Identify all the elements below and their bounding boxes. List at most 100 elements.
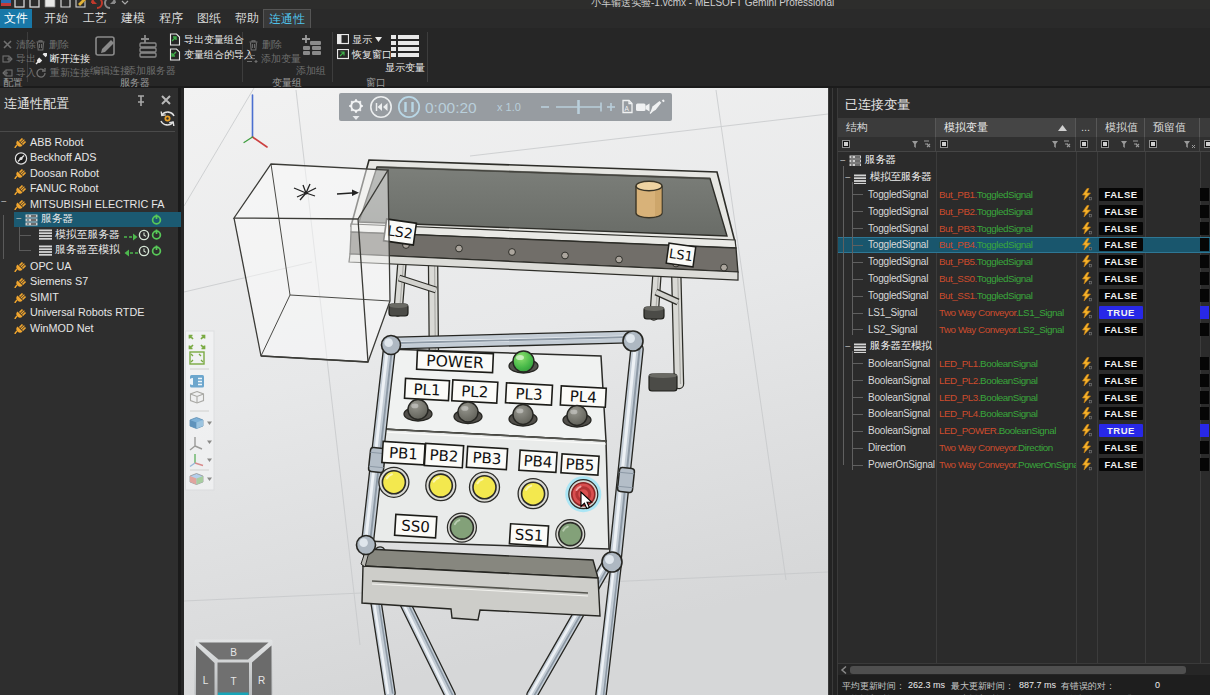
cylinder-part[interactable] [636, 181, 662, 218]
ribbon-button-add-group[interactable]: 添加组 [294, 31, 328, 77]
value-pill[interactable]: FALSE [1099, 357, 1143, 370]
navigation-cube[interactable]: B L T R [195, 640, 273, 695]
menu-tab-4[interactable]: 图纸 [191, 9, 227, 28]
filter-row-cell[interactable] [1145, 137, 1200, 152]
filter-checkbox[interactable] [1149, 140, 1157, 148]
ribbon-button[interactable]: 添加变量 [246, 52, 301, 65]
tree-opc-ua[interactable]: OPC UA [0, 258, 181, 274]
ribbon-button-restore-windows[interactable]: 恢复窗口 [337, 48, 392, 61]
column-header-sim-value[interactable]: 模拟值 [1097, 118, 1145, 137]
ribbon-button-edit-connection[interactable]: 编辑连接 [90, 31, 124, 77]
tree-item-5[interactable]: − 服务器 [0, 212, 181, 228]
pb3-button-yellow[interactable] [470, 472, 500, 502]
variable-row[interactable]: −模拟至服务器 [838, 169, 1210, 186]
tree-beckhoff-ads[interactable]: Beckhoff ADS [0, 150, 181, 166]
variable-row[interactable]: BooleanSignal LED_PL2.BooleanSignal FALS… [838, 372, 1210, 389]
value-pill[interactable]: FALSE [1099, 255, 1143, 268]
tree-expander-icon[interactable]: − [1, 196, 7, 207]
tree-expander-icon[interactable]: − [845, 341, 851, 352]
pb1-button-yellow[interactable] [379, 467, 409, 497]
ss1-button-green[interactable] [556, 520, 585, 549]
filter-funnel-icon[interactable] [1051, 139, 1073, 149]
filter-checkbox[interactable] [842, 140, 850, 148]
variable-row[interactable]: −服务器至模拟 [838, 338, 1210, 355]
tree-expander-icon[interactable]: − [840, 155, 846, 166]
tree-fanuc-robot[interactable]: FANUC Robot [0, 181, 181, 197]
value-pill[interactable]: FALSE [1099, 222, 1143, 235]
value-pill[interactable]: TRUE [1099, 306, 1143, 319]
value-pill[interactable]: FALSE [1099, 205, 1143, 218]
pb2-button-yellow[interactable] [426, 471, 456, 501]
variable-row[interactable]: PowerOnSignal Two Way Conveyor.PowerOnSi… [838, 456, 1210, 473]
redo-icon[interactable] [104, 0, 117, 9]
menu-tab-connectivity[interactable]: 连通性 [263, 9, 311, 28]
menu-tab-0[interactable]: 开始 [38, 9, 74, 28]
value-pill[interactable]: FALSE [1099, 238, 1143, 251]
filter-funnel-icon[interactable] [1120, 139, 1142, 149]
variable-row[interactable]: BooleanSignal LED_PL4.BooleanSignal FALS… [838, 406, 1210, 423]
ribbon-button-show-variables[interactable]: 显示变量 [385, 31, 425, 77]
value-pill[interactable]: FALSE [1099, 391, 1143, 404]
filter-checkbox[interactable] [1080, 140, 1088, 148]
column-header-structure[interactable]: 结构 [838, 118, 936, 137]
ribbon-button[interactable]: 断开连接 [35, 52, 90, 65]
variable-row[interactable]: BooleanSignal LED_POWER.BooleanSignal TR… [838, 422, 1210, 439]
ribbon-button[interactable]: 导入 [2, 66, 36, 79]
variable-row[interactable]: ToggledSignal But_PB2.ToggledSignal FALS… [838, 203, 1210, 220]
ribbon-button[interactable]: 导出 [2, 52, 36, 65]
edit-icon[interactable] [75, 0, 88, 9]
tree-expander-icon[interactable]: − [845, 172, 851, 183]
transparent-box[interactable] [234, 164, 390, 362]
filter-checkbox[interactable] [1101, 140, 1109, 148]
tree-simit[interactable]: SIMIT [0, 289, 181, 305]
value-pill[interactable]: FALSE [1099, 458, 1143, 471]
variable-row[interactable]: Direction Two Way Conveyor.Direction FAL… [838, 439, 1210, 456]
variable-row[interactable]: ToggledSignal But_SS0.ToggledSignal FALS… [838, 270, 1210, 287]
ribbon-button-add-server[interactable]: 添加服务器 [126, 31, 170, 77]
ribbon-button-export-pairs[interactable]: 导出变量组合 [169, 33, 244, 46]
ribbon-button[interactable]: 删除 [248, 38, 282, 51]
tree-expander-icon[interactable]: − [16, 213, 22, 224]
variable-row[interactable]: LS1_Signal Two Way Conveyor.LS1_Signal T… [838, 304, 1210, 321]
value-pill[interactable]: FALSE [1099, 407, 1143, 420]
tree-mitsubishi-electric-fa[interactable]: − MITSUBISHI ELECTRIC FA [0, 196, 181, 212]
filter-checkbox[interactable] [940, 140, 948, 148]
refresh-connections-icon[interactable] [158, 110, 178, 128]
view-mode-icon[interactable] [189, 375, 204, 388]
tree-abb-robot[interactable]: ABB Robot [0, 134, 181, 150]
panel-splitter[interactable] [828, 88, 838, 695]
ribbon-button[interactable]: 清除 [2, 38, 36, 51]
filter-funnel-icon[interactable] [911, 139, 933, 149]
filter-row-cell[interactable] [1076, 137, 1097, 152]
save-all-icon[interactable] [60, 0, 73, 9]
variable-row[interactable]: LS2_Signal Two Way Conveyor.LS2_Signal F… [838, 321, 1210, 338]
variable-row[interactable]: ToggledSignal But_PB4.ToggledSignal FALS… [838, 237, 1210, 254]
variable-row[interactable]: BooleanSignal LED_PL1.BooleanSignal FALS… [838, 355, 1210, 372]
close-icon[interactable] [162, 96, 170, 104]
filter-row-cell[interactable] [1200, 137, 1210, 152]
tree-winmod-net[interactable]: WinMOD Net [0, 320, 181, 336]
pb4-button-yellow[interactable] [518, 479, 548, 509]
value-pill[interactable]: FALSE [1099, 289, 1143, 302]
save-file-icon[interactable] [44, 0, 57, 9]
menu-tab-5[interactable]: 帮助 [229, 9, 265, 28]
tree-universal-robots-rtde[interactable]: Universal Robots RTDE [0, 305, 181, 321]
variable-row[interactable]: ToggledSignal But_SS1.ToggledSignal FALS… [838, 287, 1210, 304]
filter-checkbox[interactable] [1204, 140, 1210, 148]
filter-row-cell[interactable] [936, 137, 1076, 152]
filter-funnel-icon[interactable] [1184, 139, 1198, 149]
app-logo-icon[interactable] [1, 0, 14, 9]
menu-tab-file[interactable]: 文件 [0, 9, 32, 28]
variable-row[interactable]: ToggledSignal But_PB1.ToggledSignal FALS… [838, 186, 1210, 203]
viewport-3d[interactable]: LS2 LS1 POWER PL1 PL2 PL3 PL4 PB1 PB2 PB… [184, 88, 828, 695]
tree-siemens-s7[interactable]: Siemens S7 [0, 274, 181, 290]
column-header-sim-variable[interactable]: 模拟变量 [936, 118, 1076, 137]
open-file-icon[interactable] [29, 0, 42, 9]
value-pill[interactable]: FALSE [1099, 188, 1143, 201]
ribbon-button[interactable]: 删除 [35, 38, 69, 51]
value-pill[interactable]: FALSE [1099, 272, 1143, 285]
variable-row[interactable]: ToggledSignal But_PB5.ToggledSignal FALS… [838, 253, 1210, 270]
value-pill[interactable]: FALSE [1099, 441, 1143, 454]
menu-tab-3[interactable]: 程序 [153, 9, 189, 28]
variable-row[interactable]: −服务器 [838, 152, 1210, 169]
